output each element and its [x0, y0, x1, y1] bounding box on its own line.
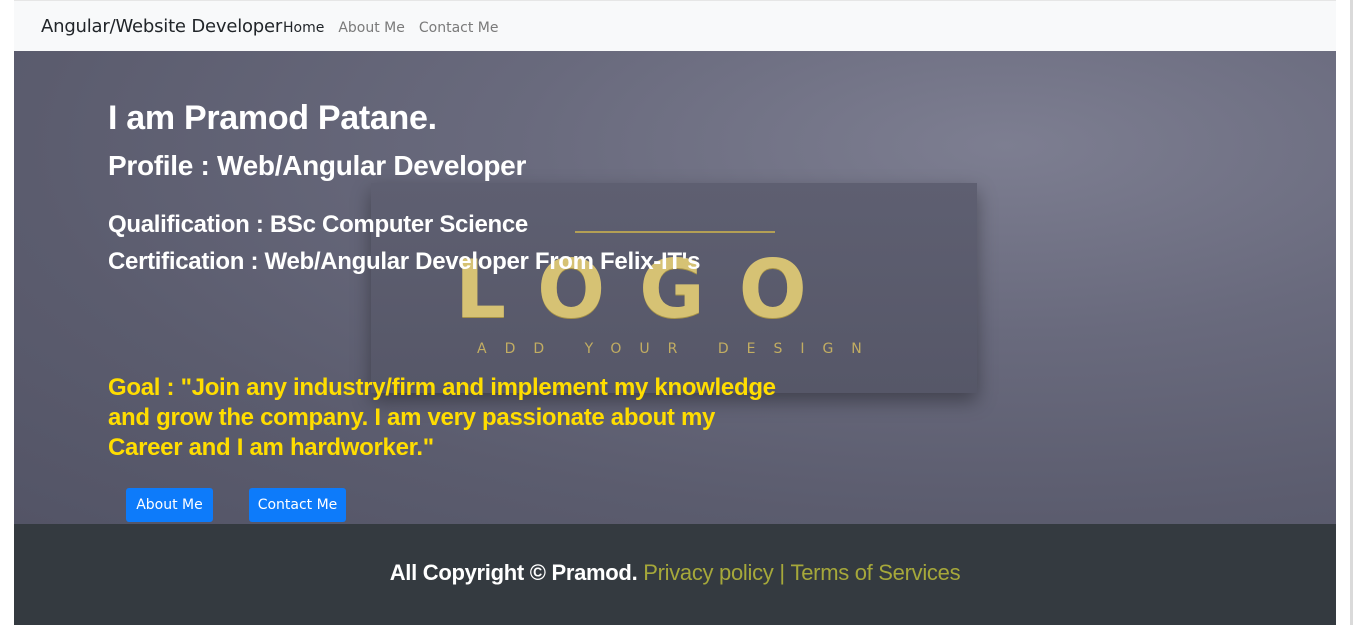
- nav-link-home[interactable]: Home: [283, 20, 324, 36]
- card-tagline: ADD YOUR DESIGN: [477, 341, 880, 357]
- hero-section: LOGO ADD YOUR DESIGN I am Pramod Patane.…: [14, 51, 1336, 524]
- footer: All Copyright © Pramod. Privacy policy |…: [14, 524, 1336, 625]
- about-me-button[interactable]: About Me: [126, 488, 213, 522]
- hero-name-heading: I am Pramod Patane.: [108, 99, 437, 137]
- terms-of-services-link[interactable]: Terms of Services: [791, 560, 961, 585]
- contact-me-button[interactable]: Contact Me: [249, 488, 346, 522]
- hero-profile: Profile : Web/Angular Developer: [108, 150, 527, 181]
- page-scrollbar[interactable]: [1336, 0, 1355, 625]
- footer-separator: |: [779, 560, 785, 585]
- page-frame: Angular/Website Developer Home About Me …: [14, 0, 1336, 625]
- nav-link-about[interactable]: About Me: [338, 20, 405, 36]
- nav-link-contact[interactable]: Contact Me: [419, 20, 499, 36]
- privacy-policy-link[interactable]: Privacy policy: [643, 560, 774, 585]
- scrollbar-thumb[interactable]: [1350, 0, 1353, 625]
- hero-qualification: Qualification : BSc Computer Science: [108, 211, 528, 238]
- nav-links: Home About Me Contact Me: [283, 20, 513, 36]
- hero-goal: Goal : "Join any industry/firm and imple…: [108, 374, 776, 461]
- navbar: Angular/Website Developer Home About Me …: [14, 0, 1336, 51]
- footer-line: All Copyright © Pramod. Privacy policy |…: [14, 560, 1336, 586]
- hero-certification: Certification : Web/Angular Developer Fr…: [108, 248, 701, 275]
- card-divider-line: [575, 231, 775, 233]
- footer-copyright: All Copyright © Pramod.: [389, 560, 638, 585]
- navbar-brand[interactable]: Angular/Website Developer: [41, 16, 282, 37]
